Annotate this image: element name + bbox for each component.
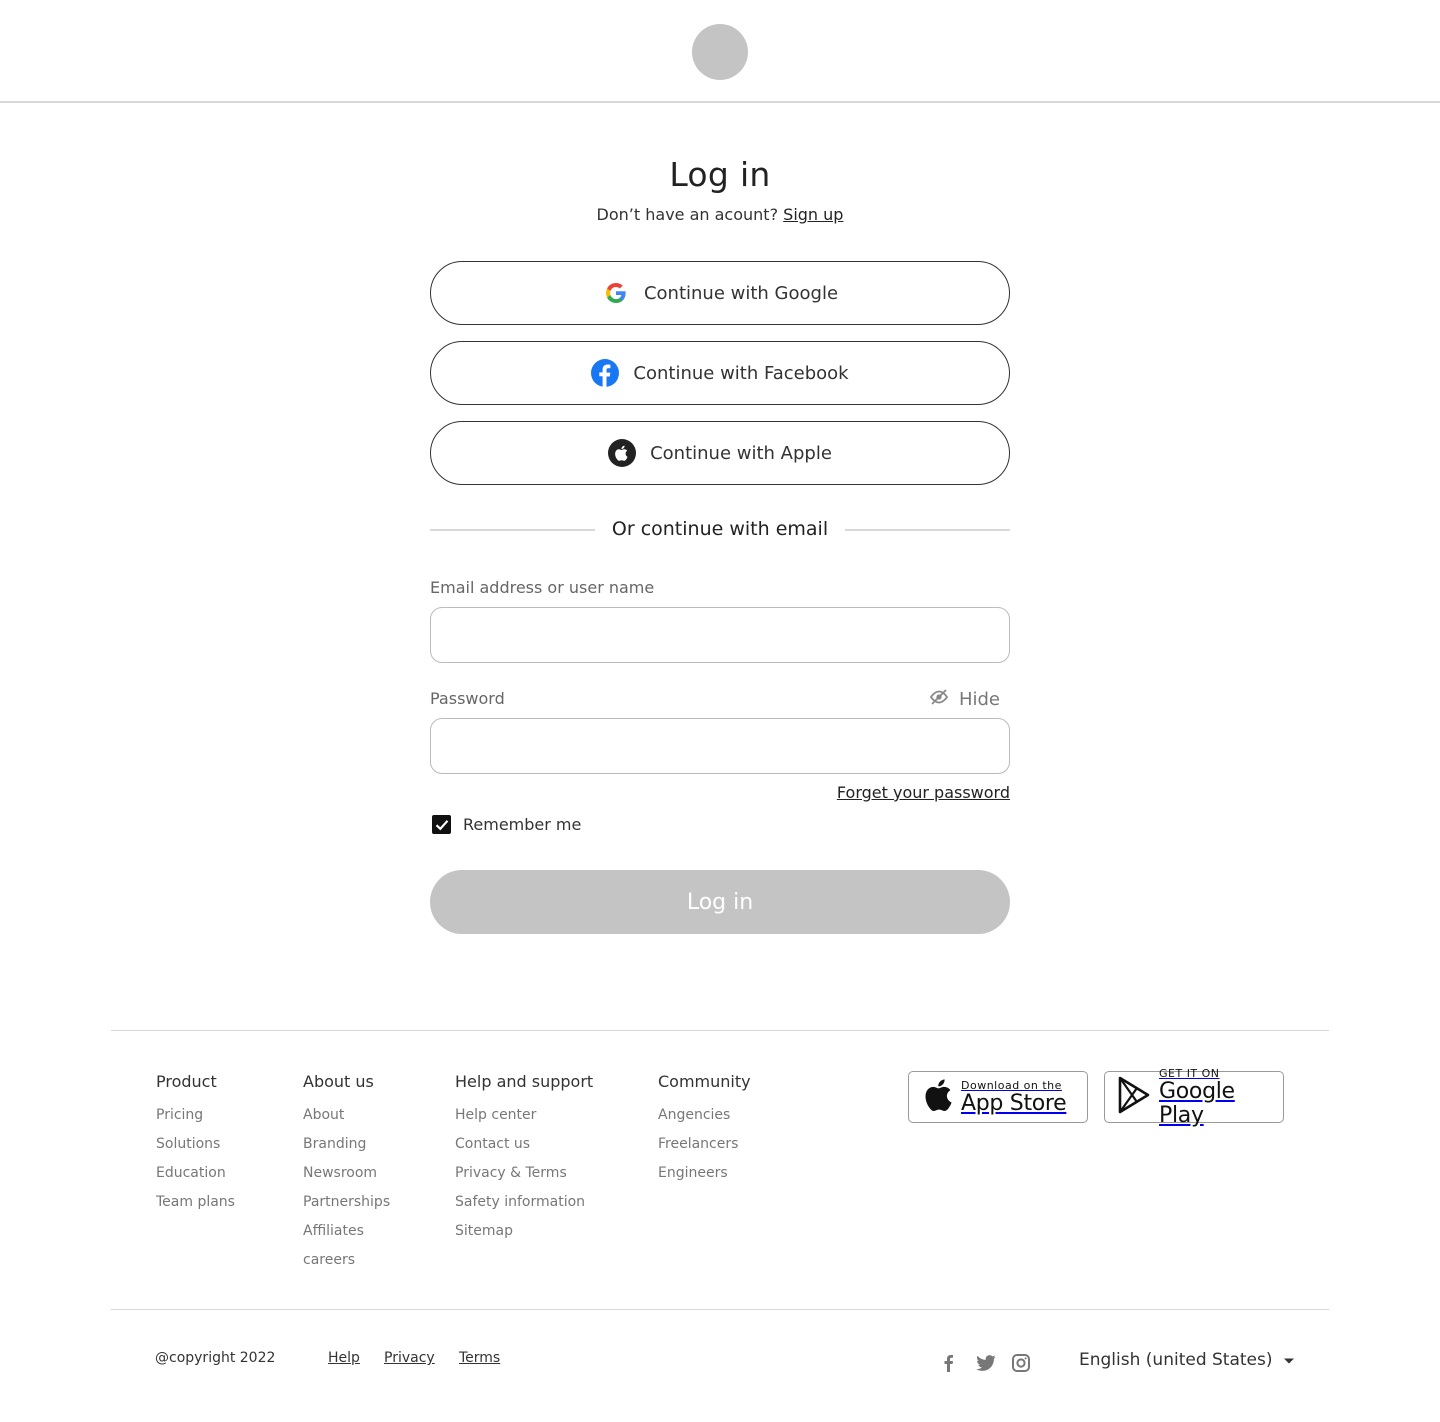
facebook-login-button[interactable]: Continue with Facebook [430, 341, 1010, 405]
footer-divider-top [111, 1030, 1329, 1031]
apple-logo-icon [921, 1077, 953, 1117]
footer-link[interactable]: Branding [303, 1130, 390, 1159]
google-login-button[interactable]: Continue with Google [430, 261, 1010, 325]
language-label: English (united States) [1079, 1350, 1273, 1370]
signup-link[interactable]: Sign up [783, 205, 843, 224]
eye-slash-icon [929, 688, 949, 711]
apple-login-button[interactable]: Continue with Apple [430, 421, 1010, 485]
footer-heading: Help and support [455, 1072, 594, 1091]
signup-prompt-text: Don’t have an acount? [596, 205, 779, 224]
footer-link[interactable]: Safety information [455, 1188, 593, 1217]
bottom-link-terms[interactable]: Terms [459, 1350, 500, 1366]
footer-link[interactable]: Pricing [156, 1101, 235, 1130]
instagram-social-icon[interactable] [1010, 1352, 1032, 1374]
apple-login-label: Continue with Apple [650, 442, 832, 464]
footer-link[interactable]: Sitemap [455, 1217, 593, 1246]
footer-link[interactable]: About [303, 1101, 390, 1130]
google-play-big: Google Play [1159, 1078, 1235, 1128]
forgot-password-link[interactable]: Forget your password [837, 783, 1010, 802]
caret-down-icon [1283, 1350, 1295, 1370]
signup-prompt: Don’t have an acount? Sign up [0, 205, 1440, 224]
hide-password-toggle[interactable]: Hide [929, 688, 1000, 711]
google-login-label: Continue with Google [643, 282, 839, 304]
footer-link[interactable]: Affiliates [303, 1217, 390, 1246]
password-field[interactable] [430, 718, 1010, 774]
login-submit-button[interactable]: Log in [430, 870, 1010, 934]
footer-link[interactable]: Privacy & Terms [455, 1159, 593, 1188]
facebook-login-label: Continue with Facebook [633, 362, 849, 384]
footer-link[interactable]: Partnerships [303, 1188, 390, 1217]
footer-column-help: Help and support Help center Contact us … [455, 1072, 593, 1246]
footer-link[interactable]: careers [303, 1246, 390, 1275]
apple-icon [608, 439, 637, 467]
google-play-text: GET IT ON Google Play [1159, 1067, 1283, 1128]
footer-link[interactable]: Team plans [156, 1188, 235, 1217]
footer-heading: Community [658, 1072, 751, 1091]
app-store-text: Download on the App Store [961, 1078, 1067, 1116]
footer-heading: About us [303, 1072, 374, 1091]
app-store-badge[interactable]: Download on the App Store [908, 1071, 1088, 1123]
remember-me-label: Remember me [463, 815, 582, 834]
hide-label: Hide [958, 689, 1000, 710]
footer-divider-bottom [111, 1309, 1329, 1310]
footer-link[interactable]: Angencies [658, 1101, 751, 1130]
app-store-big: App Store [961, 1090, 1067, 1116]
google-play-small: GET IT ON [1159, 1066, 1220, 1080]
email-label: Email address or user name [430, 578, 655, 597]
footer-link[interactable]: Newsroom [303, 1159, 390, 1188]
footer-link[interactable]: Solutions [156, 1130, 235, 1159]
top-header [0, 0, 1440, 103]
email-field[interactable] [430, 607, 1010, 663]
app-store-small: Download on the [961, 1078, 1062, 1092]
google-play-badge[interactable]: GET IT ON Google Play [1104, 1067, 1284, 1127]
footer-heading: Product [156, 1072, 217, 1091]
divider-line-right [845, 529, 1010, 531]
footer-column-about: About us About Branding Newsroom Partner… [303, 1072, 390, 1275]
password-label: Password [430, 689, 505, 708]
logo-placeholder[interactable] [692, 24, 748, 80]
footer-link[interactable]: Help center [455, 1101, 593, 1130]
checkmark-icon [435, 819, 448, 830]
bottom-link-help[interactable]: Help [328, 1350, 360, 1366]
or-divider: Or continue with email [430, 516, 1010, 544]
copyright-text: @copyright 2022 [155, 1350, 276, 1366]
facebook-icon [591, 359, 620, 387]
footer-link[interactable]: Freelancers [658, 1130, 751, 1159]
footer-column-community: Community Angencies Freelancers Engineer… [658, 1072, 751, 1188]
footer-link[interactable]: Engineers [658, 1159, 751, 1188]
remember-me-checkbox[interactable] [432, 815, 451, 834]
footer-link[interactable]: Contact us [455, 1130, 593, 1159]
footer-column-product: Product Pricing Solutions Education Team… [156, 1072, 235, 1217]
footer-link[interactable]: Education [156, 1159, 235, 1188]
bottom-link-privacy[interactable]: Privacy [384, 1350, 435, 1366]
play-triangle-icon [1117, 1076, 1151, 1118]
remember-me[interactable]: Remember me [432, 815, 581, 834]
google-icon [602, 279, 630, 307]
facebook-social-icon[interactable] [937, 1352, 959, 1374]
language-selector[interactable]: English (united States) [1079, 1350, 1295, 1370]
page-title: Log in [669, 155, 771, 194]
twitter-social-icon[interactable] [975, 1352, 997, 1374]
